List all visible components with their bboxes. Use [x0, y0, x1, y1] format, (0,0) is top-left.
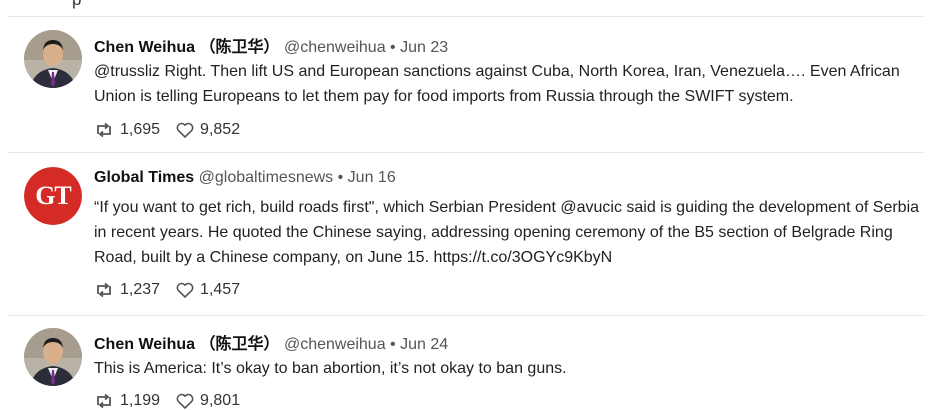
avatar[interactable]: GT	[24, 167, 82, 225]
heart-icon	[176, 282, 194, 298]
retweet-icon	[97, 393, 111, 409]
author-handle[interactable]: @globaltimesnews	[199, 169, 334, 186]
retweet-button[interactable]: 1,695	[94, 121, 160, 139]
tweet-header: Chen Weihua （陈卫华） @chenweihua • Jun 24	[94, 330, 448, 354]
tweet-date[interactable]: Jun 23	[400, 39, 448, 56]
tweet-card[interactable]: Chen Weihua （陈卫华） @chenweihua • Jun 24 T…	[0, 316, 940, 409]
like-count: 9,852	[200, 121, 241, 138]
retweet-icon	[97, 122, 111, 138]
previous-tweet-remnant: p	[0, 0, 940, 16]
tweet-text: This is America: It’s okay to ban aborti…	[94, 360, 567, 377]
separator: •	[333, 169, 348, 186]
like-count: 9,801	[200, 392, 241, 409]
global-times-logo: GT	[24, 167, 82, 225]
author-name[interactable]: Chen Weihua （陈卫华）	[94, 39, 280, 56]
separator: •	[385, 336, 401, 353]
tweet-actions: 1,237 1,457	[94, 281, 256, 299]
tweet-card[interactable]: GT Global Times @globaltimesnews • Jun 1…	[0, 153, 940, 315]
tweet-header: Global Times @globaltimesnews • Jun 16	[94, 169, 396, 187]
tweet-date[interactable]: Jun 16	[348, 169, 396, 186]
avatar[interactable]	[24, 328, 82, 386]
logo-text: GT	[35, 181, 72, 210]
tweet-text: “If you want to get rich, build roads fi…	[94, 199, 920, 266]
tweet-actions: 1,199 9,801	[94, 392, 256, 410]
tweet-text: @trussliz Right. Then lift US and Europe…	[94, 63, 900, 105]
retweet-count: 1,237	[120, 281, 161, 298]
retweet-icon	[97, 282, 111, 298]
separator: •	[385, 39, 401, 56]
like-button[interactable]: 9,852	[176, 121, 240, 139]
like-count: 1,457	[200, 281, 241, 298]
heart-icon	[176, 122, 194, 138]
author-name[interactable]: Global Times	[94, 169, 194, 186]
heart-icon	[176, 393, 194, 409]
tweet-actions: 1,695 9,852	[94, 121, 256, 139]
author-handle[interactable]: @chenweihua	[284, 39, 386, 56]
tweet-card[interactable]: Chen Weihua （陈卫华） @chenweihua • Jun 23 @…	[0, 17, 940, 152]
like-button[interactable]: 9,801	[176, 392, 240, 410]
retweet-button[interactable]: 1,237	[94, 281, 160, 299]
like-button[interactable]: 1,457	[176, 281, 240, 299]
retweet-button[interactable]: 1,199	[94, 392, 160, 410]
author-name[interactable]: Chen Weihua （陈卫华）	[94, 336, 280, 353]
cut-off-text: p	[72, 0, 81, 10]
retweet-count: 1,695	[120, 121, 161, 138]
tweet-header: Chen Weihua （陈卫华） @chenweihua • Jun 23	[94, 33, 448, 57]
retweet-count: 1,199	[120, 392, 161, 409]
tweet-date[interactable]: Jun 24	[400, 336, 448, 353]
avatar[interactable]	[24, 30, 82, 88]
author-handle[interactable]: @chenweihua	[284, 336, 386, 353]
